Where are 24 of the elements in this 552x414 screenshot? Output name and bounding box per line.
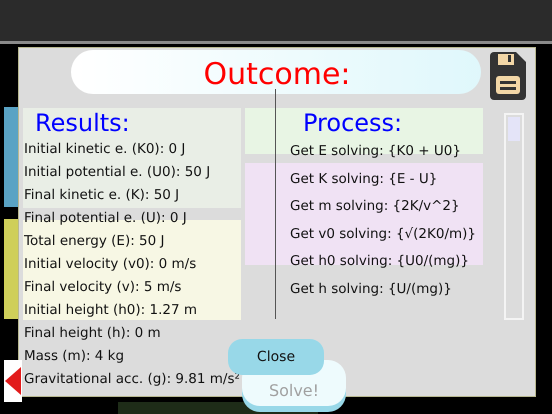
save-icon[interactable] [490,52,526,100]
arrow-icon [5,367,21,395]
process-line: Get h solving: {U/(mg)} [290,280,453,298]
process-line: Get h0 solving: {U0/(mg)} [290,253,470,271]
result-line: Final height (h): 0 m [24,325,162,343]
result-line: Final velocity (v): 5 m/s [24,279,182,297]
process-line: Get K solving: {E - U} [290,170,438,188]
process-line: Get v0 solving: {√(2K0/m)} [290,226,476,244]
close-button[interactable]: Close [228,339,324,375]
result-line: Initial potential e. (U0): 50 J [24,164,212,182]
process-heading: Process: [303,109,404,137]
process-line: Get E solving: {K0 + U0} [290,143,462,161]
process-line: Get m solving: {2K/v^2} [290,198,461,216]
dialog-title: Outcome: [203,57,351,92]
result-line: Initial velocity (v0): 0 m/s [24,256,198,274]
back-button[interactable] [4,360,22,402]
result-line: Initial height (h0): 1.27 m [24,302,198,320]
result-line: Final potential e. (U): 0 J [24,210,188,228]
result-line: Initial kinetic e. (K0): 0 J [24,141,186,159]
result-line: Mass (m): 4 kg [24,348,126,366]
results-heading: Results: [35,109,131,137]
scroll-bar[interactable] [504,113,524,320]
result-line: Final kinetic e. (K): 50 J [24,187,180,205]
result-line: Total energy (E): 50 J [24,233,166,251]
